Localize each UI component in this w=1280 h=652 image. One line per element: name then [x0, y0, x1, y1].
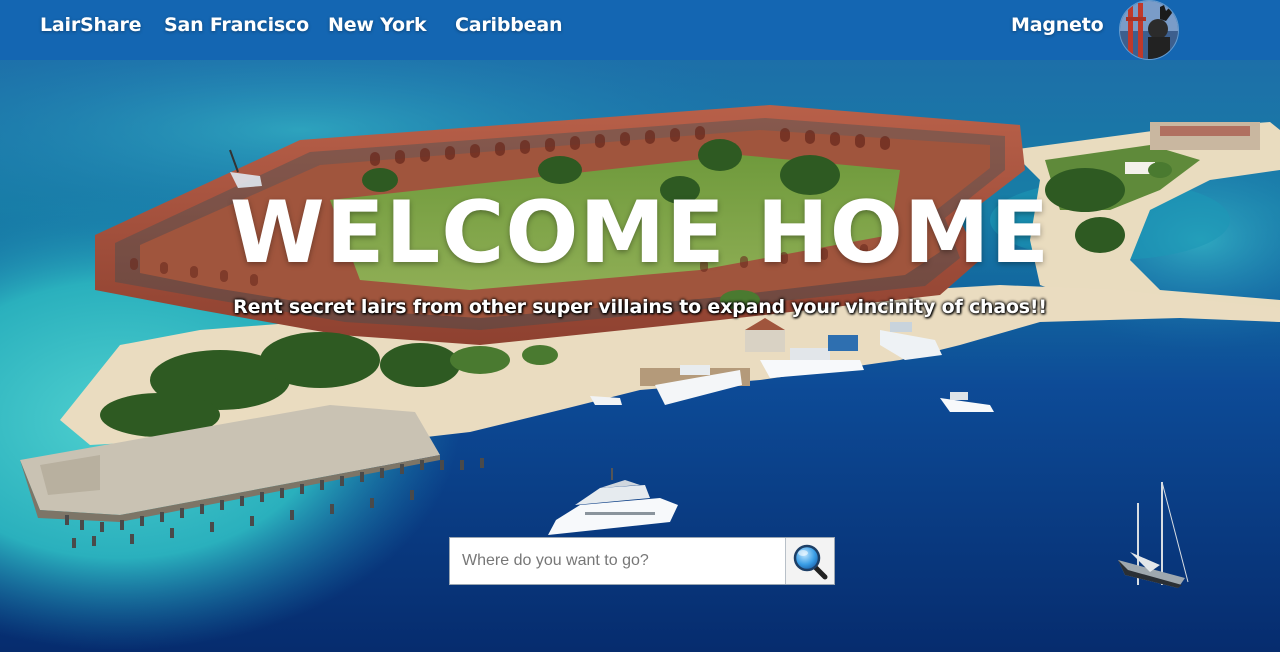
brand-logo-link[interactable]: LairShare	[40, 14, 142, 36]
nav-link-san-francisco[interactable]: San Francisco	[164, 14, 309, 36]
avatar[interactable]	[1119, 0, 1179, 60]
nav-link-new-york[interactable]: New York	[328, 14, 427, 36]
search-button[interactable]	[785, 538, 834, 584]
search-input[interactable]	[450, 538, 785, 584]
hero-section: WELCOME HOME Rent secret lairs from othe…	[0, 60, 1280, 652]
user-name-link[interactable]: Magneto	[1011, 14, 1104, 36]
nav-link-caribbean[interactable]: Caribbean	[455, 14, 562, 36]
search-icon	[793, 544, 828, 580]
hero-headline: WELCOME HOME	[229, 183, 1051, 283]
avatar-photo	[1120, 1, 1178, 59]
hero-tagline: Rent secret lairs from other super villa…	[233, 296, 1047, 318]
search-bar	[449, 537, 835, 585]
top-nav: LairShare San Francisco New York Caribbe…	[0, 0, 1280, 60]
